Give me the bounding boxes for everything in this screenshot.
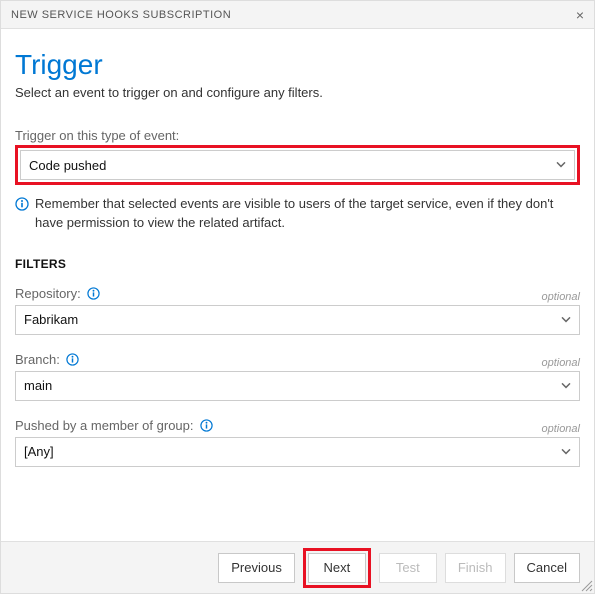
pushed-by-select[interactable]: [Any] [15, 437, 580, 467]
branch-filter: Branch: optional main [15, 351, 580, 401]
finish-button: Finish [445, 553, 506, 583]
test-button: Test [379, 553, 437, 583]
previous-button[interactable]: Previous [218, 553, 295, 583]
optional-label: optional [541, 291, 580, 303]
filters-heading: FILTERS [15, 257, 580, 271]
event-info-text: Remember that selected events are visibl… [35, 195, 580, 233]
help-icon[interactable] [87, 287, 100, 300]
event-type-label: Trigger on this type of event: [15, 128, 580, 143]
page-subtitle: Select an event to trigger on and config… [15, 85, 580, 100]
dialog-content: Trigger Select an event to trigger on an… [1, 29, 594, 467]
branch-select[interactable]: main [15, 371, 580, 401]
event-type-value: Code pushed [29, 158, 106, 173]
pushed-by-value: [Any] [24, 444, 54, 459]
next-button-highlight: Next [303, 548, 371, 588]
resize-grip-icon[interactable] [579, 578, 593, 592]
pushed-by-label: Pushed by a member of group: [15, 417, 213, 435]
branch-label: Branch: [15, 351, 79, 369]
event-type-select-wrap: Code pushed [20, 150, 575, 180]
event-type-select[interactable]: Code pushed [20, 150, 575, 180]
optional-label: optional [541, 423, 580, 435]
repository-value: Fabrikam [24, 312, 78, 327]
event-info: Remember that selected events are visibl… [15, 195, 580, 233]
next-button[interactable]: Next [308, 553, 366, 583]
dialog-footer: Previous Next Test Finish Cancel [1, 541, 594, 593]
repository-label: Repository: [15, 285, 100, 303]
page-title: Trigger [15, 49, 580, 81]
optional-label: optional [541, 357, 580, 369]
event-type-highlight: Code pushed [15, 145, 580, 185]
branch-value: main [24, 378, 52, 393]
close-icon[interactable]: × [576, 7, 584, 23]
pushed-by-filter: Pushed by a member of group: optional [A… [15, 417, 580, 467]
repository-select[interactable]: Fabrikam [15, 305, 580, 335]
dialog-title: NEW SERVICE HOOKS SUBSCRIPTION [11, 9, 231, 21]
help-icon[interactable] [66, 353, 79, 366]
info-icon [15, 197, 29, 217]
cancel-button[interactable]: Cancel [514, 553, 580, 583]
dialog-header: NEW SERVICE HOOKS SUBSCRIPTION × [1, 1, 594, 29]
repository-filter: Repository: optional Fabrikam [15, 285, 580, 335]
help-icon[interactable] [200, 419, 213, 432]
